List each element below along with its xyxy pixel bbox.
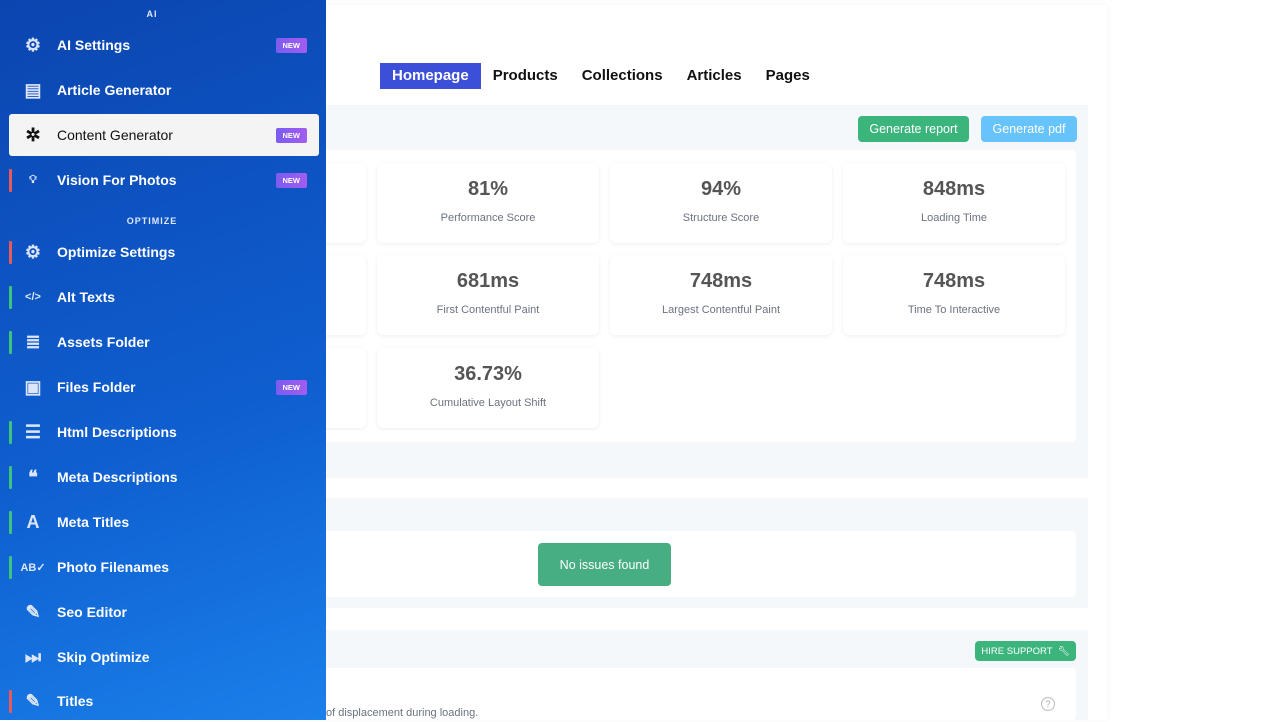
sidebar-item-seo-editor[interactable]: ✎ Seo Editor bbox=[9, 591, 319, 633]
sidebar-item-html-descriptions[interactable]: ☰ Html Descriptions bbox=[9, 411, 319, 453]
lightbulb-icon: 💡︎ bbox=[29, 173, 37, 186]
sidebar-item-assets-folder[interactable]: ≣ Assets Folder bbox=[9, 321, 319, 363]
sidebar-item-label: Article Generator bbox=[57, 82, 172, 98]
metric-value: 94% bbox=[700, 178, 742, 200]
metric-value: 748ms bbox=[689, 270, 753, 292]
tab-products[interactable]: Products bbox=[481, 63, 570, 89]
sidebar-item-label: AI Settings bbox=[57, 37, 131, 53]
sidebar-item-label: Alt Texts bbox=[57, 289, 116, 305]
new-badge: NEW bbox=[275, 379, 307, 395]
sidebar-item-label: Meta Titles bbox=[57, 514, 130, 530]
metric-card: 81% Performance Score bbox=[377, 163, 599, 243]
sidebar-item-label: Photo Filenames bbox=[57, 559, 170, 575]
metric-label: Largest Contentful Paint bbox=[661, 304, 781, 316]
wrench-icon: 🔧︎ bbox=[1057, 645, 1070, 657]
metric-label: Time To Interactive bbox=[907, 304, 1001, 316]
status-marker bbox=[9, 331, 12, 354]
sidebar-item-label: Seo Editor bbox=[57, 604, 128, 620]
status-marker bbox=[9, 241, 12, 264]
new-badge: NEW bbox=[275, 37, 307, 53]
sidebar-item-label: Content Generator bbox=[57, 127, 173, 143]
cogs-icon: ⚙ bbox=[24, 241, 42, 262]
section-label-optimize: OPTIMIZE bbox=[126, 216, 178, 226]
stack-icon: ≣ bbox=[25, 331, 41, 352]
section-label-ai: AI bbox=[146, 9, 158, 19]
generate-pdf-button[interactable]: Generate pdf bbox=[981, 116, 1077, 142]
tab-collections[interactable]: Collections bbox=[570, 63, 675, 89]
metric-value: 748ms bbox=[922, 270, 986, 292]
sidebar-item-ai-settings[interactable]: ⚙ AI Settings NEW bbox=[9, 24, 319, 66]
metric-value: 848ms bbox=[922, 178, 986, 200]
sidebar-item-label: Html Descriptions bbox=[57, 424, 177, 440]
metric-value: 81% bbox=[467, 178, 509, 200]
sidebar-item-label: Titles bbox=[57, 693, 94, 709]
sidebar-item-vision-for-photos[interactable]: 💡︎ Vision For Photos NEW bbox=[9, 159, 319, 201]
sidebar-item-meta-descriptions[interactable]: ❝ Meta Descriptions bbox=[9, 456, 319, 498]
sidebar-item-label: Files Folder bbox=[57, 379, 136, 395]
sidebar-item-label: Meta Descriptions bbox=[57, 469, 178, 485]
edit-square-icon: ✎ bbox=[25, 690, 41, 711]
metric-label: Performance Score bbox=[440, 212, 536, 224]
tab-articles[interactable]: Articles bbox=[675, 63, 754, 89]
metric-card: 36.73% Cumulative Layout Shift bbox=[377, 348, 599, 428]
sidebar-item-meta-titles[interactable]: A Meta Titles bbox=[9, 501, 319, 543]
metric-card: 748ms Largest Contentful Paint bbox=[610, 255, 832, 335]
status-marker bbox=[9, 690, 12, 713]
hire-support-button[interactable]: HIRE SUPPORT 🔧︎ bbox=[975, 641, 1076, 661]
metric-card: 848ms Loading Time bbox=[843, 163, 1065, 243]
metric-label: Structure Score bbox=[682, 212, 760, 224]
status-marker bbox=[9, 169, 12, 192]
status-marker bbox=[9, 466, 12, 489]
metric-label: Cumulative Layout Shift bbox=[429, 397, 547, 409]
pencil-icon: ✎ bbox=[25, 601, 41, 622]
sidebar-item-label: Assets Folder bbox=[57, 334, 150, 350]
sidebar-item-label: Vision For Photos bbox=[57, 172, 177, 188]
code-icon: </> bbox=[25, 291, 41, 303]
quote-icon: ❝ bbox=[28, 466, 38, 487]
list-icon: ☰ bbox=[24, 421, 42, 442]
no-issues-badge: No issues found bbox=[538, 543, 671, 586]
tab-pages[interactable]: Pages bbox=[754, 63, 822, 89]
network-icon: ✲ bbox=[25, 124, 41, 145]
metric-card: 94% Structure Score bbox=[610, 163, 832, 243]
sidebar-item-content-generator[interactable]: ✲ Content Generator NEW bbox=[9, 114, 319, 156]
sidebar-item-files-folder[interactable]: ▣ Files Folder NEW bbox=[9, 366, 319, 408]
status-marker bbox=[9, 286, 12, 309]
newspaper-icon: ▤ bbox=[24, 79, 42, 100]
status-marker bbox=[9, 556, 12, 579]
images-icon: ▣ bbox=[24, 376, 42, 397]
skip-forward-icon: ⏭︎ bbox=[24, 646, 42, 667]
metric-card: 748ms Time To Interactive bbox=[843, 255, 1065, 335]
tab-homepage[interactable]: Homepage bbox=[380, 63, 481, 89]
font-icon: A bbox=[26, 511, 40, 532]
metric-card: 681ms First Contentful Paint bbox=[377, 255, 599, 335]
metric-label: First Contentful Paint bbox=[436, 304, 540, 316]
sidebar-item-article-generator[interactable]: ▤ Article Generator bbox=[9, 69, 319, 111]
sidebar-item-photo-filenames[interactable]: AB✓ Photo Filenames bbox=[9, 546, 319, 588]
metric-description: of displacement during loading. bbox=[326, 707, 479, 719]
sidebar: AI OPTIMIZE ⚙ AI Settings NEW ▤ Article Gene… bbox=[0, 0, 326, 720]
new-badge: NEW bbox=[275, 127, 307, 143]
page-type-tabs: Homepage Products Collections Articles P… bbox=[380, 63, 822, 89]
help-icon[interactable]: ? bbox=[1041, 697, 1055, 711]
sidebar-item-titles[interactable]: ✎ Titles bbox=[9, 680, 319, 722]
hire-support-label: HIRE SUPPORT bbox=[981, 645, 1053, 657]
spell-check-icon: AB✓ bbox=[20, 561, 46, 574]
generate-report-button[interactable]: Generate report bbox=[858, 116, 969, 142]
sidebar-item-skip-optimize[interactable]: ⏭︎ Skip Optimize bbox=[9, 636, 319, 678]
metric-label: Loading Time bbox=[920, 212, 988, 224]
sidebar-item-label: Skip Optimize bbox=[57, 649, 150, 665]
metric-value: 681ms bbox=[456, 270, 520, 292]
status-marker bbox=[9, 511, 12, 534]
brain-gear-icon: ⚙ bbox=[24, 34, 42, 55]
new-badge: NEW bbox=[275, 172, 307, 188]
sidebar-item-optimize-settings[interactable]: ⚙ Optimize Settings bbox=[9, 231, 319, 273]
sidebar-item-label: Optimize Settings bbox=[57, 244, 176, 260]
sidebar-item-alt-texts[interactable]: </> Alt Texts bbox=[9, 276, 319, 318]
status-marker bbox=[9, 421, 12, 444]
metric-value: 36.73% bbox=[454, 363, 522, 385]
